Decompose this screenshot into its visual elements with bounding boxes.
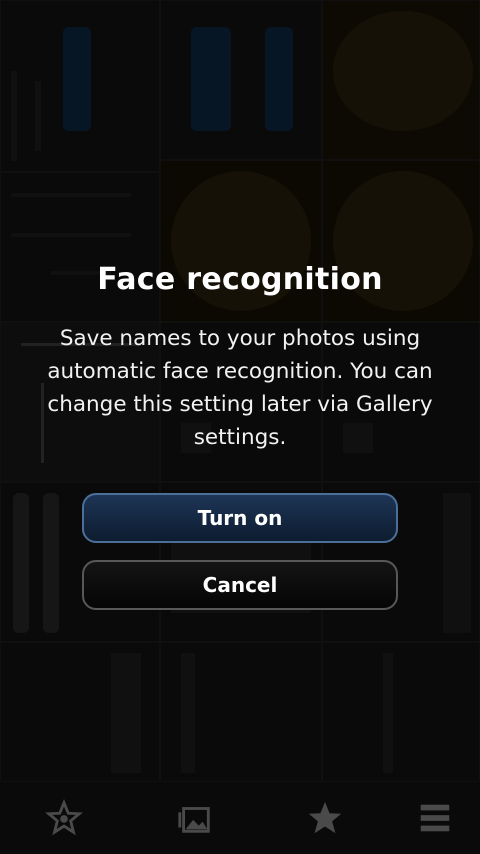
cancel-button[interactable]: Cancel [82, 560, 398, 610]
dialog-message: Save names to your photos using automati… [47, 326, 433, 450]
gallery-photos-icon [178, 807, 210, 833]
favorites-button[interactable] [34, 792, 94, 844]
menu-icon [420, 804, 450, 832]
bottom-toolbar [0, 782, 480, 854]
menu-button[interactable] [405, 792, 465, 844]
star-icon [308, 801, 342, 834]
turn-on-button[interactable]: Turn on [82, 493, 398, 543]
dialog-title: Face recognition [97, 262, 383, 297]
star-button[interactable] [295, 792, 355, 844]
favorites-star-frame-icon [45, 799, 83, 836]
gallery-button[interactable] [165, 792, 225, 844]
